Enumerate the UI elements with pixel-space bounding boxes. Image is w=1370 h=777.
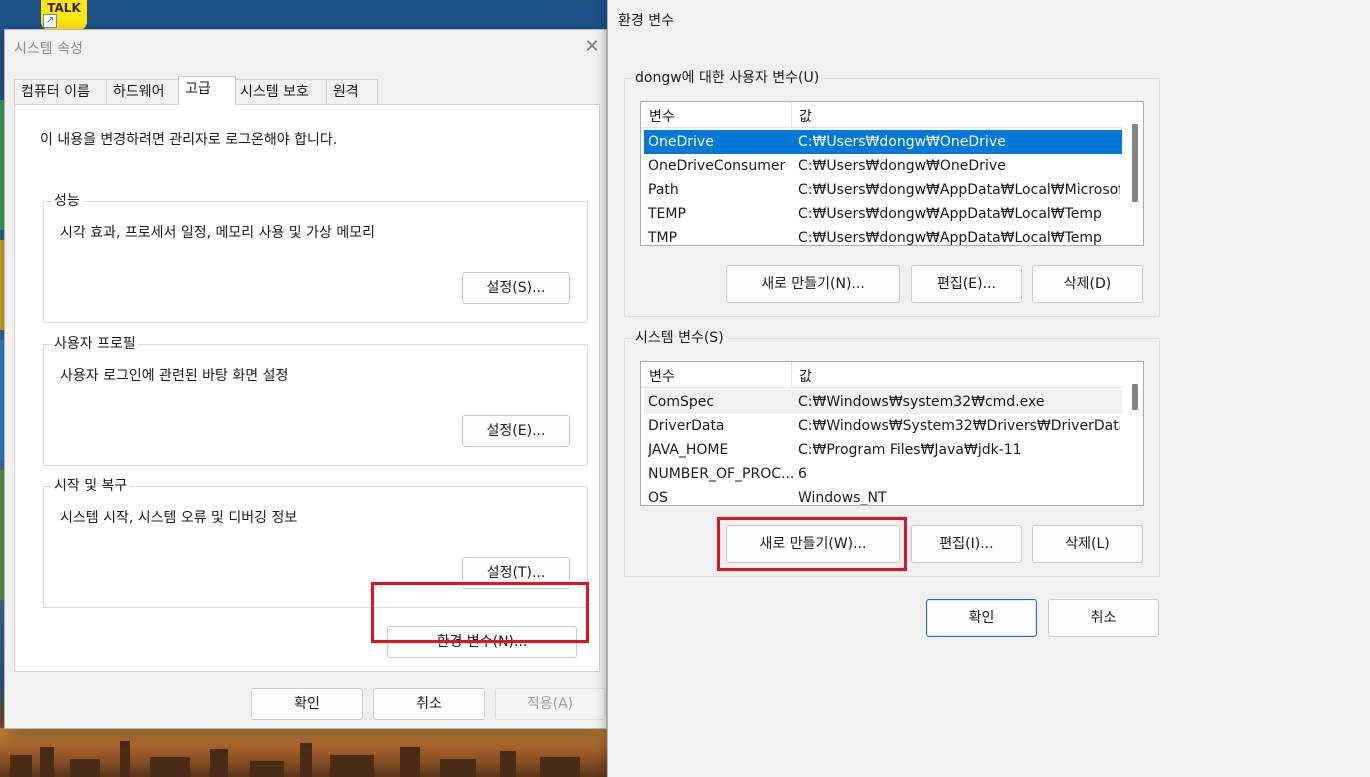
variable-value: C:₩Windows₩system32₩cmd.exe bbox=[798, 394, 1045, 410]
list-item[interactable]: OneDrive C:₩Users₩dongw₩OneDrive bbox=[644, 130, 1122, 154]
column-header-name[interactable]: 변수 bbox=[649, 366, 675, 386]
user-profiles-settings-button[interactable]: 설정(E)... bbox=[462, 415, 570, 447]
scrollbar-thumb[interactable] bbox=[1132, 384, 1138, 410]
variable-value: C:₩Users₩dongw₩AppData₩Local₩Temp bbox=[798, 206, 1102, 222]
variable-name: OneDriveConsumer bbox=[648, 158, 786, 174]
performance-group: 성능 시각 효과, 프로세서 일정, 메모리 사용 및 가상 메모리 설정(S)… bbox=[43, 192, 588, 323]
city-skyline bbox=[0, 728, 610, 777]
user-variables-group: dongw에 대한 사용자 변수(U) 변수 값 OneDrive C:₩Use… bbox=[624, 69, 1160, 317]
column-header-value[interactable]: 값 bbox=[799, 106, 812, 126]
variable-name: DriverData bbox=[648, 418, 725, 434]
variable-value: 6 bbox=[798, 466, 807, 482]
admin-note: 이 내용을 변경하려면 관리자로 로그온해야 합니다. bbox=[40, 132, 338, 148]
tab-hardware[interactable]: 하드웨어 bbox=[106, 79, 182, 105]
variable-name: OS bbox=[648, 490, 668, 506]
list-item[interactable]: DriverData C:₩Windows₩System32₩Drivers₩D… bbox=[644, 414, 1122, 438]
user-variables-list[interactable]: 변수 값 OneDrive C:₩Users₩dongw₩OneDrive On… bbox=[640, 101, 1144, 246]
list-item[interactable]: NUMBER_OF_PROC... 6 bbox=[644, 462, 1122, 486]
close-icon[interactable]: ✕ bbox=[583, 38, 601, 56]
system-edit-button[interactable]: 편집(I)... bbox=[911, 525, 1022, 563]
variable-name: ComSpec bbox=[648, 394, 715, 410]
list-item[interactable]: TMP C:₩Users₩dongw₩AppData₩Local₩Temp bbox=[644, 226, 1122, 246]
tab-advanced[interactable]: 고급 bbox=[178, 76, 236, 105]
column-header-value[interactable]: 값 bbox=[799, 366, 812, 386]
variable-name: NUMBER_OF_PROC... bbox=[648, 466, 793, 482]
vertical-scrollbar[interactable] bbox=[1127, 102, 1143, 245]
cancel-button[interactable]: 취소 bbox=[1048, 599, 1159, 637]
variable-value: C:₩Users₩dongw₩OneDrive bbox=[798, 158, 1006, 174]
variable-value: C:₩Users₩dongw₩AppData₩Local₩Temp bbox=[798, 230, 1102, 246]
user-new-button[interactable]: 새로 만들기(N)... bbox=[726, 265, 900, 303]
highlight-box bbox=[371, 582, 589, 643]
list-item[interactable]: Path C:₩Users₩dongw₩AppData₩Local₩Micros… bbox=[644, 178, 1122, 202]
system-variables-list[interactable]: 변수 값 ComSpec C:₩Windows₩system32₩cmd.exe… bbox=[640, 361, 1144, 506]
system-delete-button[interactable]: 삭제(L) bbox=[1032, 525, 1143, 563]
user-edit-button[interactable]: 편집(E)... bbox=[911, 265, 1022, 303]
performance-settings-button[interactable]: 설정(S)... bbox=[462, 272, 570, 304]
list-item[interactable]: OS Windows_NT bbox=[644, 486, 1122, 506]
vertical-scrollbar[interactable] bbox=[1127, 362, 1143, 505]
system-variables-label: 시스템 변수(S) bbox=[633, 329, 726, 347]
group-description: 시스템 시작, 시스템 오류 및 디버깅 정보 bbox=[60, 510, 298, 526]
scrollbar-thumb[interactable] bbox=[1132, 124, 1138, 202]
list-item[interactable]: OneDriveConsumer C:₩Users₩dongw₩OneDrive bbox=[644, 154, 1122, 178]
list-item[interactable]: ComSpec C:₩Windows₩system32₩cmd.exe bbox=[644, 390, 1122, 414]
apply-button[interactable]: 적용(A) bbox=[495, 688, 605, 720]
variable-name: TMP bbox=[648, 230, 678, 246]
tab-remote[interactable]: 원격 bbox=[326, 79, 378, 105]
list-item[interactable]: TEMP C:₩Users₩dongw₩AppData₩Local₩Temp bbox=[644, 202, 1122, 226]
list-header: 변수 값 bbox=[641, 102, 1122, 128]
list-header: 변수 값 bbox=[641, 362, 1122, 388]
user-profiles-group: 사용자 프로필 사용자 로그인에 관련된 바탕 화면 설정 설정(E)... bbox=[43, 335, 588, 466]
ok-button[interactable]: 확인 bbox=[926, 599, 1037, 637]
group-label: 사용자 프로필 bbox=[52, 335, 138, 353]
group-description: 시각 효과, 프로세서 일정, 메모리 사용 및 가상 메모리 bbox=[60, 225, 375, 241]
ok-button[interactable]: 확인 bbox=[251, 688, 363, 720]
highlight-box bbox=[717, 517, 907, 571]
environment-variables-window: 환경 변수 dongw에 대한 사용자 변수(U) 변수 값 OneDrive … bbox=[607, 0, 1370, 777]
cancel-button[interactable]: 취소 bbox=[373, 688, 485, 720]
variable-name: TEMP bbox=[648, 206, 686, 222]
variable-value: Windows_NT bbox=[798, 490, 887, 506]
list-item[interactable]: JAVA_HOME C:₩Program Files₩Java₩jdk-11 bbox=[644, 438, 1122, 462]
window-title: 시스템 속성 bbox=[14, 41, 83, 57]
shortcut-arrow-icon: ↗ bbox=[43, 14, 57, 28]
variable-value: C:₩Windows₩System32₩Drivers₩DriverData bbox=[798, 418, 1120, 434]
variable-name: JAVA_HOME bbox=[648, 442, 729, 458]
user-delete-button[interactable]: 삭제(D) bbox=[1032, 265, 1143, 303]
variable-value: C:₩Users₩dongw₩AppData₩Local₩Microsof... bbox=[798, 182, 1120, 198]
variable-value: C:₩Users₩dongw₩OneDrive bbox=[798, 134, 1006, 150]
window-title: 환경 변수 bbox=[618, 13, 674, 29]
variable-name: OneDrive bbox=[648, 134, 714, 150]
variable-name: Path bbox=[648, 182, 679, 198]
user-variables-label: dongw에 대한 사용자 변수(U) bbox=[633, 69, 822, 87]
group-label: 성능 bbox=[52, 192, 82, 210]
tab-system-protection[interactable]: 시스템 보호 bbox=[233, 79, 329, 105]
column-header-name[interactable]: 변수 bbox=[649, 106, 675, 126]
tab-computer-name[interactable]: 컴퓨터 이름 bbox=[14, 79, 108, 105]
variable-value: C:₩Program Files₩Java₩jdk-11 bbox=[798, 442, 1022, 458]
group-description: 사용자 로그인에 관련된 바탕 화면 설정 bbox=[60, 368, 289, 384]
group-label: 시작 및 복구 bbox=[52, 477, 130, 495]
